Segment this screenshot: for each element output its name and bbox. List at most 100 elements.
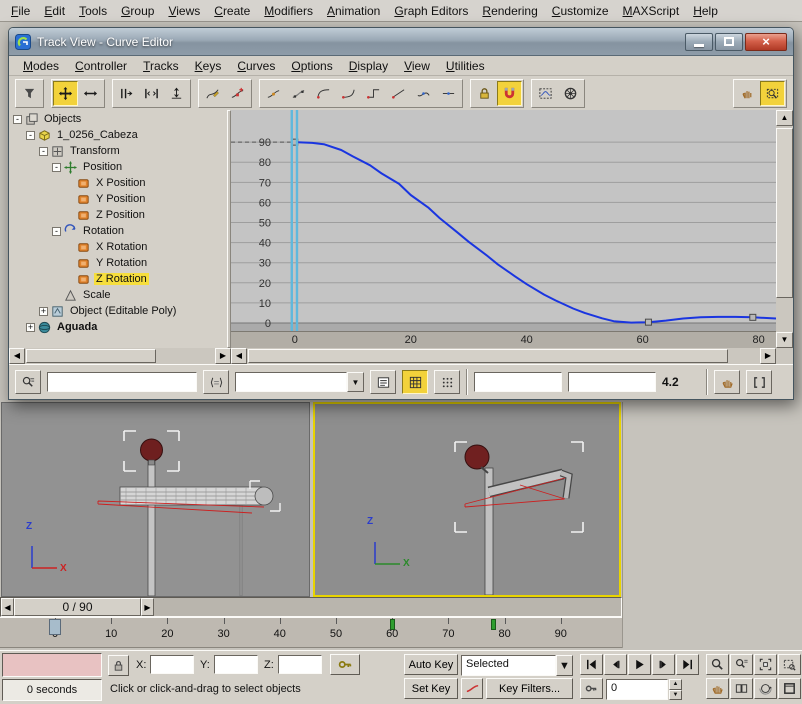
tree-item-x-rotation[interactable]: X Rotation	[9, 239, 227, 255]
expand-icon[interactable]: +	[26, 323, 35, 332]
scroll-left-icon[interactable]: ◀	[9, 348, 25, 364]
go-start-button[interactable]	[580, 654, 603, 675]
collapse-icon[interactable]: -	[13, 115, 22, 124]
track-filter-field[interactable]	[47, 372, 197, 392]
menu-rendering[interactable]: Rendering	[475, 2, 544, 20]
collapse-icon[interactable]: -	[52, 227, 61, 236]
tv-menu-view[interactable]: View	[396, 58, 438, 74]
scroll-left-icon[interactable]: ◀	[231, 348, 247, 364]
collapse-icon[interactable]: -	[52, 163, 61, 172]
key-mode-toggle-button[interactable]	[580, 678, 603, 699]
tv-menu-tracks[interactable]: Tracks	[135, 58, 187, 74]
param-out-of-range-button[interactable]	[533, 81, 558, 106]
move-keys-button[interactable]	[53, 81, 78, 106]
scroll-down-icon[interactable]: ▼	[776, 332, 793, 348]
tree-item-1-0256-cabeza[interactable]: -1_0256_Cabeza	[9, 127, 227, 143]
tree-item-objects[interactable]: -Objects	[9, 111, 227, 127]
tree-item-aguada[interactable]: +Aguada	[9, 319, 227, 335]
menu-maxscript[interactable]: MAXScript	[616, 2, 687, 20]
tv-menu-controller[interactable]: Controller	[67, 58, 135, 74]
expand-icon[interactable]: +	[39, 307, 48, 316]
menu-tools[interactable]: Tools	[72, 2, 114, 20]
chevron-down-icon[interactable]: ▼	[556, 655, 573, 676]
tree-item-y-rotation[interactable]: Y Rotation	[9, 255, 227, 271]
zoom-extents-button[interactable]	[754, 654, 777, 675]
tangent-auto-button[interactable]	[261, 81, 286, 106]
play-button[interactable]	[628, 654, 651, 675]
graph-vertical-scrollbar[interactable]: ▲ ▼	[776, 110, 793, 348]
chevron-down-icon[interactable]: ▼	[347, 372, 364, 392]
coord-y-field[interactable]	[214, 655, 258, 674]
scale-keys-button[interactable]	[139, 81, 164, 106]
add-keys-button[interactable]	[225, 81, 250, 106]
time-slider-prev-arrow[interactable]: ◀	[1, 598, 14, 616]
maximize-viewport-button[interactable]	[778, 678, 801, 699]
tree-item-x-position[interactable]: X Position	[9, 175, 227, 191]
time-slider-track[interactable]: ◀ 0 / 90 ▶	[0, 597, 622, 617]
tangent-custom-button[interactable]	[286, 81, 311, 106]
zoom-region-button[interactable]	[760, 81, 785, 106]
key-time-field[interactable]	[474, 372, 562, 392]
selection-set-dropdown[interactable]: Selected ▼	[461, 655, 573, 676]
scroll-right-icon[interactable]: ▶	[215, 348, 231, 364]
auto-key-button[interactable]: Auto Key	[404, 654, 458, 675]
tree-item-z-position[interactable]: Z Position	[9, 207, 227, 223]
pan-hand-button[interactable]	[706, 678, 729, 699]
spinner-up-icon[interactable]: ▲	[669, 679, 682, 690]
menu-animation[interactable]: Animation	[320, 2, 387, 20]
tree-item-transform[interactable]: -Transform	[9, 143, 227, 159]
interpolation-dots-button[interactable]	[434, 370, 460, 394]
menu-edit[interactable]: Edit	[37, 2, 72, 20]
interpolation-grid-button[interactable]	[402, 370, 428, 394]
timeline-key-marker[interactable]	[491, 619, 496, 630]
current-frame-field[interactable]: 0	[606, 679, 668, 700]
menu-create[interactable]: Create	[207, 2, 257, 20]
tv-menu-modes[interactable]: Modes	[15, 58, 67, 74]
menu-modifiers[interactable]: Modifiers	[257, 2, 320, 20]
tv-menu-options[interactable]: Options	[283, 58, 340, 74]
lock-selection-button[interactable]	[472, 81, 497, 106]
tree-item-position[interactable]: -Position	[9, 159, 227, 175]
tree-item-object-editable-poly[interactable]: +Object (Editable Poly)	[9, 303, 227, 319]
maxscript-mini-listener[interactable]	[2, 653, 102, 677]
menu-views[interactable]: Views	[161, 2, 207, 20]
menu-group[interactable]: Group	[114, 2, 161, 20]
spinner-down-icon[interactable]: ▼	[669, 690, 682, 701]
tangent-smooth-button[interactable]	[411, 81, 436, 106]
tv-menu-utilities[interactable]: Utilities	[438, 58, 493, 74]
tangent-slow-button[interactable]	[336, 81, 361, 106]
scroll-right-icon[interactable]: ▶	[760, 348, 776, 364]
close-button[interactable]: ×	[745, 33, 787, 51]
frame-spinner[interactable]: ▲▼	[669, 679, 682, 700]
show-keyable-button[interactable]	[558, 81, 583, 106]
pan-button[interactable]	[714, 370, 740, 394]
next-frame-button[interactable]	[652, 654, 675, 675]
collapse-icon[interactable]: -	[39, 147, 48, 156]
key-stats-button[interactable]	[203, 370, 229, 394]
viewport-left[interactable]: Z X	[1, 402, 310, 597]
tree-item-scale[interactable]: Scale	[9, 287, 227, 303]
trackview-titlebar[interactable]: Track View - Curve Editor ×	[9, 28, 793, 56]
new-key-curve-button[interactable]	[461, 678, 483, 699]
set-keys-button[interactable]	[330, 654, 360, 675]
track-set-field[interactable]	[235, 372, 347, 392]
tangent-step-button[interactable]	[361, 81, 386, 106]
move-horizontal-button[interactable]	[78, 81, 103, 106]
time-slider-next-arrow[interactable]: ▶	[141, 598, 154, 616]
tree-item-z-rotation[interactable]: Z Rotation	[9, 271, 227, 287]
tv-menu-keys[interactable]: Keys	[187, 58, 230, 74]
draw-curves-button[interactable]	[200, 81, 225, 106]
zoom-all-button[interactable]	[730, 654, 753, 675]
tangent-flat-button[interactable]	[436, 81, 461, 106]
scroll-up-icon[interactable]: ▲	[776, 110, 793, 126]
tangent-fast-button[interactable]	[311, 81, 336, 106]
coord-z-field[interactable]	[278, 655, 322, 674]
orbit-button[interactable]	[754, 678, 777, 699]
track-set-list-button[interactable]	[370, 370, 396, 394]
curve-graph-canvas[interactable]: 0102030405060708090	[231, 110, 776, 331]
tv-menu-display[interactable]: Display	[341, 58, 396, 74]
tree-item-y-position[interactable]: Y Position	[9, 191, 227, 207]
key-value-field[interactable]	[568, 372, 656, 392]
time-slider-handle[interactable]: 0 / 90	[14, 598, 141, 616]
coord-x-field[interactable]	[150, 655, 194, 674]
